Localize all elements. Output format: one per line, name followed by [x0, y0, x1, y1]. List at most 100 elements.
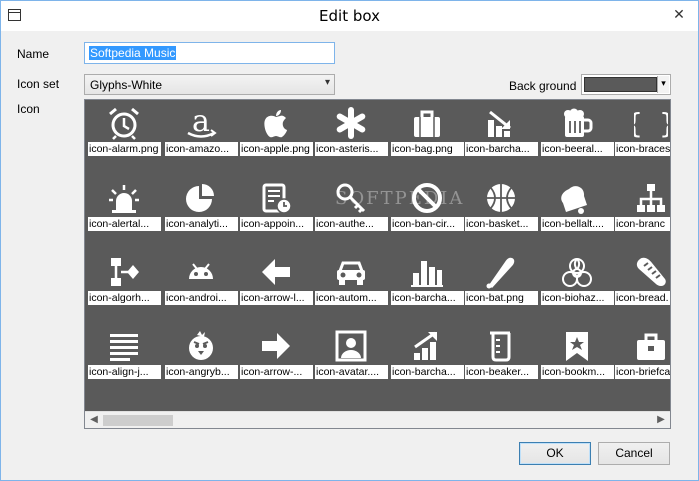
icon-grid-item[interactable]: { } icon-braces — [613, 100, 670, 170]
icon-grid-item[interactable]: icon-authe... — [313, 175, 389, 245]
icon-grid-item[interactable]: icon-bread. — [613, 249, 670, 319]
icon-grid-item[interactable]: icon-arrow-l... — [238, 249, 314, 319]
icon-grid-item[interactable]: icon-angryb... — [163, 323, 239, 393]
align-justify-icon — [86, 323, 162, 367]
icon-grid-item[interactable]: icon-apple.png — [238, 100, 314, 170]
bat-icon — [463, 249, 539, 293]
bread-icon — [613, 249, 670, 293]
icon-grid-item[interactable]: icon-avatar.... — [313, 323, 389, 393]
icon-grid-item[interactable]: a icon-amazo... — [163, 100, 239, 170]
icon-filename-label: icon-branc — [615, 217, 670, 231]
barchart-icon — [389, 249, 465, 293]
icon-grid-item[interactable]: icon-biohaz... — [539, 249, 615, 319]
icon-grid-item[interactable]: icon-basket... — [463, 175, 539, 245]
biohazard-icon — [539, 249, 615, 293]
icon-grid-item[interactable]: icon-alertal... — [86, 175, 162, 245]
icon-filename-label: icon-avatar.... — [315, 365, 388, 379]
close-button[interactable]: ✕ — [668, 5, 690, 25]
analytics-icon — [163, 175, 239, 219]
icon-grid-item[interactable]: icon-barcha... — [389, 323, 465, 393]
color-dropdown-icon[interactable]: ▾ — [657, 76, 669, 93]
icon-grid-item[interactable]: icon-bellalt.... — [539, 175, 615, 245]
icon-grid-item[interactable]: icon-bag.png — [389, 100, 465, 170]
branch-icon — [613, 175, 670, 219]
icon-grid-item[interactable]: icon-autom... — [313, 249, 389, 319]
scrollbar-thumb[interactable] — [103, 415, 173, 426]
cancel-button[interactable]: Cancel — [598, 442, 670, 465]
icon-grid-item[interactable]: icon-barcha... — [389, 249, 465, 319]
icon-filename-label: icon-barcha... — [391, 365, 464, 379]
icon-grid-item[interactable]: icon-briefca — [613, 323, 670, 393]
window-title: Edit box — [319, 7, 380, 25]
horizontal-scrollbar[interactable]: ◀ ▶ — [85, 411, 670, 428]
chevron-down-icon: ▾ — [324, 77, 330, 88]
icon-filename-label: icon-androi... — [165, 291, 238, 305]
icon-filename-label: icon-amazo... — [165, 142, 238, 156]
arrow-right-icon — [238, 323, 314, 367]
svg-text:{ }: { } — [634, 107, 668, 140]
ok-button[interactable]: OK — [519, 442, 591, 465]
icon-grid-panel[interactable]: icon-alarm.png a icon-amazo... icon-apple.p… — [84, 99, 671, 429]
icon-label: Icon — [17, 102, 40, 116]
avatar-icon — [313, 323, 389, 367]
barchart-up-icon — [389, 323, 465, 367]
icon-grid-item[interactable]: icon-appoin... — [238, 175, 314, 245]
icon-filename-label: icon-analyti... — [165, 217, 238, 231]
apple-icon — [238, 100, 314, 144]
icon-filename-label: icon-beeral... — [541, 142, 614, 156]
icon-filename-label: icon-beaker... — [465, 365, 538, 379]
icon-filename-label: icon-barcha... — [391, 291, 464, 305]
icon-grid-item[interactable]: icon-beeral... — [539, 100, 615, 170]
name-input[interactable]: Softpedia Music — [84, 42, 335, 64]
title-bar[interactable]: Edit box ✕ — [1, 1, 698, 31]
icon-filename-label: icon-angryb... — [165, 365, 238, 379]
icon-filename-label: icon-basket... — [465, 217, 538, 231]
automobile-icon — [313, 249, 389, 293]
softpedia-watermark: SOFTPEDIA — [335, 188, 465, 209]
icon-grid-item[interactable]: icon-barcha... — [463, 100, 539, 170]
beer-icon — [539, 100, 615, 144]
iconset-select[interactable]: Glyphs-White ▾ — [84, 74, 335, 95]
background-color-swatch — [584, 77, 657, 92]
icon-filename-label: icon-alertal... — [88, 217, 161, 231]
svg-text:a: a — [192, 106, 210, 139]
icon-filename-label: icon-bat.png — [465, 291, 538, 305]
icon-filename-label: icon-bookm... — [541, 365, 614, 379]
background-color-picker[interactable]: ▾ — [581, 74, 671, 95]
icon-grid-item[interactable]: icon-androi... — [163, 249, 239, 319]
icon-grid-item[interactable]: icon-analyti... — [163, 175, 239, 245]
icon-grid-item[interactable]: icon-branc — [613, 175, 670, 245]
iconset-select-value: Glyphs-White — [90, 78, 163, 92]
icon-grid-item[interactable]: icon-bookm... — [539, 323, 615, 393]
icon-grid-item[interactable]: icon-bat.png — [463, 249, 539, 319]
icon-grid-item[interactable]: icon-algorh... — [86, 249, 162, 319]
bookmark-icon — [539, 323, 615, 367]
icon-filename-label: icon-briefca — [615, 365, 670, 379]
icon-filename-label: icon-authe... — [315, 217, 388, 231]
icon-filename-label: icon-alarm.png — [88, 142, 161, 156]
arrow-left-icon — [238, 249, 314, 293]
icon-grid-item[interactable]: icon-ban-cir... — [389, 175, 465, 245]
icon-grid-item[interactable]: icon-asteris... — [313, 100, 389, 170]
icon-filename-label: icon-algorh... — [88, 291, 161, 305]
appointment-icon — [238, 175, 314, 219]
icon-grid-item[interactable]: icon-align-j... — [86, 323, 162, 393]
icon-filename-label: icon-barcha... — [465, 142, 538, 156]
android-icon — [163, 249, 239, 293]
iconset-label: Icon set — [17, 77, 60, 91]
amazon-icon: a — [163, 100, 239, 144]
background-label: Back ground — [509, 79, 577, 93]
scroll-right-icon[interactable]: ▶ — [654, 413, 668, 427]
icon-grid-item[interactable]: icon-beaker... — [463, 323, 539, 393]
icon-filename-label: icon-bread. — [615, 291, 670, 305]
briefcase-icon — [613, 323, 670, 367]
scroll-left-icon[interactable]: ◀ — [87, 413, 101, 427]
icon-filename-label: icon-bag.png — [391, 142, 464, 156]
icon-filename-label: icon-braces — [615, 142, 670, 156]
bag-icon — [389, 100, 465, 144]
icon-grid-item[interactable]: icon-alarm.png — [86, 100, 162, 170]
icon-filename-label: icon-autom... — [315, 291, 388, 305]
icon-grid-item[interactable]: icon-arrow-... — [238, 323, 314, 393]
name-label: Name — [17, 47, 50, 61]
alarm-icon — [86, 100, 162, 144]
